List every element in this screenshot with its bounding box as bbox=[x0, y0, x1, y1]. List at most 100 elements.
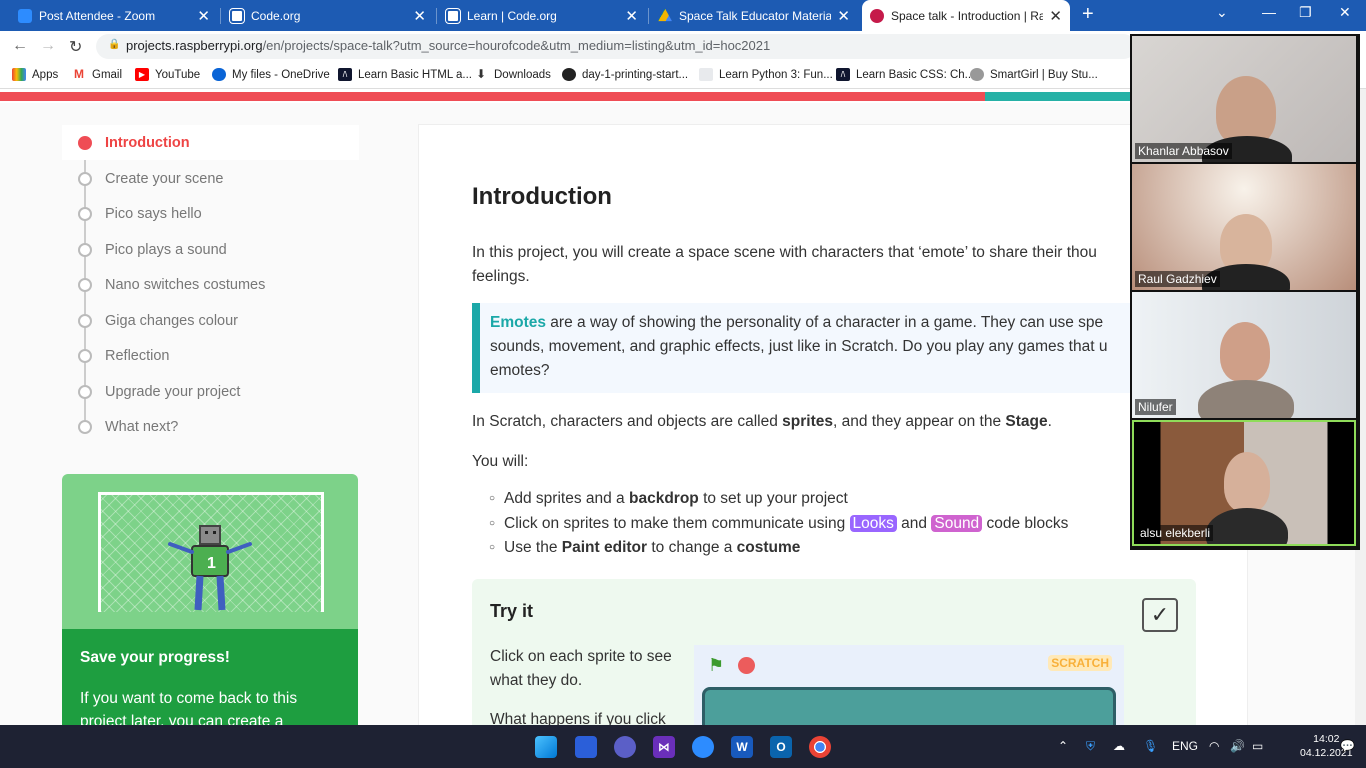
defender-icon[interactable]: ⛨ bbox=[1086, 739, 1095, 754]
text-run: Click on sprites to make them communicat… bbox=[504, 514, 850, 532]
sprites-paragraph: In Scratch, characters and objects are c… bbox=[472, 410, 1052, 434]
close-window-icon[interactable]: ✕ bbox=[1339, 4, 1351, 21]
bookmark-label: Gmail bbox=[92, 68, 123, 81]
raspberry-pi-favicon-icon bbox=[870, 8, 884, 23]
bookmark-day1[interactable]: day-1-printing-start... bbox=[562, 68, 688, 81]
step-upgrade-project[interactable]: Upgrade your project bbox=[62, 374, 359, 409]
outlook-icon[interactable]: O bbox=[770, 736, 792, 758]
try-it-panel: Try it ✓ Click on each sprite to see wha… bbox=[472, 579, 1196, 725]
participant-name: alsu elekberli bbox=[1137, 525, 1214, 541]
zoom-app-icon[interactable] bbox=[692, 736, 714, 758]
show-hidden-icons-icon[interactable]: ⌃ bbox=[1058, 739, 1068, 753]
video-tile[interactable]: Nilufer bbox=[1132, 292, 1356, 418]
emotes-term: Emotes bbox=[490, 314, 546, 331]
close-tab-icon[interactable]: ✕ bbox=[1049, 7, 1062, 25]
tab-zoom[interactable]: Post Attendee - Zoom ✕ bbox=[10, 0, 218, 31]
robot-goalkeeper-icon: 1 bbox=[168, 525, 252, 611]
step-nano-switches-costumes[interactable]: Nano switches costumes bbox=[62, 267, 359, 302]
close-tab-icon[interactable]: ✕ bbox=[837, 7, 850, 25]
callout-line: are a way of showing the personality of … bbox=[546, 314, 1104, 331]
chrome-icon[interactable] bbox=[809, 736, 831, 758]
notification-icon[interactable]: 💬 bbox=[1340, 739, 1355, 753]
save-progress-text: If you want to come back to this project… bbox=[80, 690, 298, 725]
sprites-term: sprites bbox=[782, 413, 834, 430]
participant-name: Nilufer bbox=[1135, 399, 1176, 415]
wifi-icon[interactable]: ◠ bbox=[1209, 739, 1219, 753]
participant-name: Khanlar Abbasov bbox=[1135, 143, 1232, 159]
volume-icon[interactable]: 🔊 bbox=[1230, 739, 1245, 753]
bookmark-smartgirl[interactable]: SmartGirl | Buy Stu... bbox=[970, 68, 1098, 81]
close-tab-icon[interactable]: ✕ bbox=[625, 7, 638, 25]
teams-chat-icon[interactable] bbox=[614, 736, 636, 758]
bookmark-apps[interactable]: Apps bbox=[12, 68, 58, 81]
tab-search-icon[interactable]: ⌄ bbox=[1216, 4, 1228, 21]
step-dot bbox=[78, 349, 92, 363]
bookmark-learn-html[interactable]: /\ Learn Basic HTML a... bbox=[338, 68, 472, 81]
step-giga-changes-colour[interactable]: Giga changes colour bbox=[62, 303, 359, 338]
green-flag-icon[interactable]: ⚑ bbox=[708, 655, 724, 676]
forward-icon[interactable]: → bbox=[40, 37, 56, 55]
progress-complete bbox=[0, 92, 985, 101]
tab-code-org[interactable]: Code.org ✕ bbox=[222, 0, 434, 31]
text-run: to set up your project bbox=[698, 490, 848, 507]
new-tab-icon[interactable]: + bbox=[1082, 3, 1094, 26]
try-it-title: Try it bbox=[490, 601, 534, 621]
step-dot bbox=[78, 420, 92, 434]
bookmark-learn-python[interactable]: Learn Python 3: Fun... bbox=[699, 68, 833, 81]
word-icon[interactable]: W bbox=[731, 736, 753, 758]
step-what-next[interactable]: What next? bbox=[62, 409, 359, 444]
page-icon bbox=[699, 68, 713, 81]
start-icon[interactable] bbox=[535, 736, 557, 758]
video-tile[interactable]: Khanlar Abbasov bbox=[1132, 36, 1356, 162]
text-run: . bbox=[1047, 413, 1052, 430]
close-tab-icon[interactable]: ✕ bbox=[197, 7, 210, 25]
bookmark-onedrive[interactable]: My files - OneDrive bbox=[212, 68, 330, 81]
tab-learn-code-org[interactable]: Learn | Code.org ✕ bbox=[438, 0, 646, 31]
bookmark-label: SmartGirl | Buy Stu... bbox=[990, 68, 1098, 81]
codecademy-icon: /\ bbox=[338, 68, 352, 81]
text-run: Add sprites and a bbox=[504, 490, 629, 507]
apps-grid-icon bbox=[12, 68, 26, 81]
onedrive-tray-icon[interactable]: ☁ bbox=[1113, 739, 1125, 753]
bookmark-learn-css[interactable]: /\ Learn Basic CSS: Ch... bbox=[836, 68, 974, 81]
step-dot bbox=[78, 207, 92, 221]
main-content: Introduction In this project, you will c… bbox=[418, 124, 1248, 725]
text-run: and bbox=[896, 514, 932, 532]
list-item: Click on sprites to make them communicat… bbox=[489, 514, 1068, 540]
try-it-text: What happens if you click bbox=[490, 711, 666, 725]
minimize-icon[interactable]: — bbox=[1262, 4, 1276, 20]
bookmark-gmail[interactable]: M Gmail bbox=[72, 68, 122, 81]
bookmark-youtube[interactable]: ▶ YouTube bbox=[135, 68, 200, 81]
save-progress-title: Save your progress! bbox=[80, 649, 230, 666]
visual-studio-icon[interactable]: ⋈ bbox=[653, 736, 675, 758]
battery-icon[interactable]: ▭ bbox=[1252, 739, 1263, 753]
back-icon[interactable]: ← bbox=[12, 37, 28, 55]
tab-space-talk-materials[interactable]: Space Talk Educator Materials - G ✕ bbox=[650, 0, 858, 31]
step-introduction[interactable]: Introduction bbox=[62, 125, 359, 160]
close-tab-icon[interactable]: ✕ bbox=[413, 7, 426, 25]
step-pico-says-hello[interactable]: Pico says hello bbox=[62, 196, 359, 231]
step-dot bbox=[78, 314, 92, 328]
participant-name: Raul Gadzhiev bbox=[1135, 271, 1220, 287]
reload-icon[interactable]: ↻ bbox=[69, 37, 82, 57]
tab-space-talk-active[interactable]: Space talk - Introduction | Raspbe ✕ bbox=[862, 0, 1070, 31]
checkbox-icon[interactable]: ✓ bbox=[1142, 598, 1178, 632]
url-input[interactable]: 🔒 projects.raspberrypi.org/en/projects/s… bbox=[96, 34, 1136, 59]
scratch-embed[interactable]: ⚑ SCRATCH bbox=[694, 645, 1124, 725]
step-reflection[interactable]: Reflection bbox=[62, 338, 359, 373]
step-dot bbox=[78, 385, 92, 399]
maximize-icon[interactable]: ❐ bbox=[1299, 4, 1312, 21]
bookmark-downloads[interactable]: ⬇ Downloads bbox=[474, 68, 551, 81]
stop-icon[interactable] bbox=[738, 657, 755, 674]
scratch-stage[interactable] bbox=[702, 687, 1116, 725]
video-tile[interactable]: Raul Gadzhiev bbox=[1132, 164, 1356, 290]
step-create-your-scene[interactable]: Create your scene bbox=[62, 161, 359, 196]
video-tile-active-speaker[interactable]: alsu elekberli bbox=[1132, 420, 1356, 546]
callout-line: emotes? bbox=[490, 362, 550, 379]
tab-title: Space Talk Educator Materials - G bbox=[679, 8, 832, 23]
microphone-icon[interactable]: 🎙 bbox=[1143, 739, 1158, 753]
sound-block-label: Sound bbox=[931, 514, 983, 532]
task-view-icon[interactable] bbox=[575, 736, 597, 758]
step-pico-plays-sound[interactable]: Pico plays a sound bbox=[62, 232, 359, 267]
language-indicator[interactable]: ENG bbox=[1172, 739, 1198, 753]
